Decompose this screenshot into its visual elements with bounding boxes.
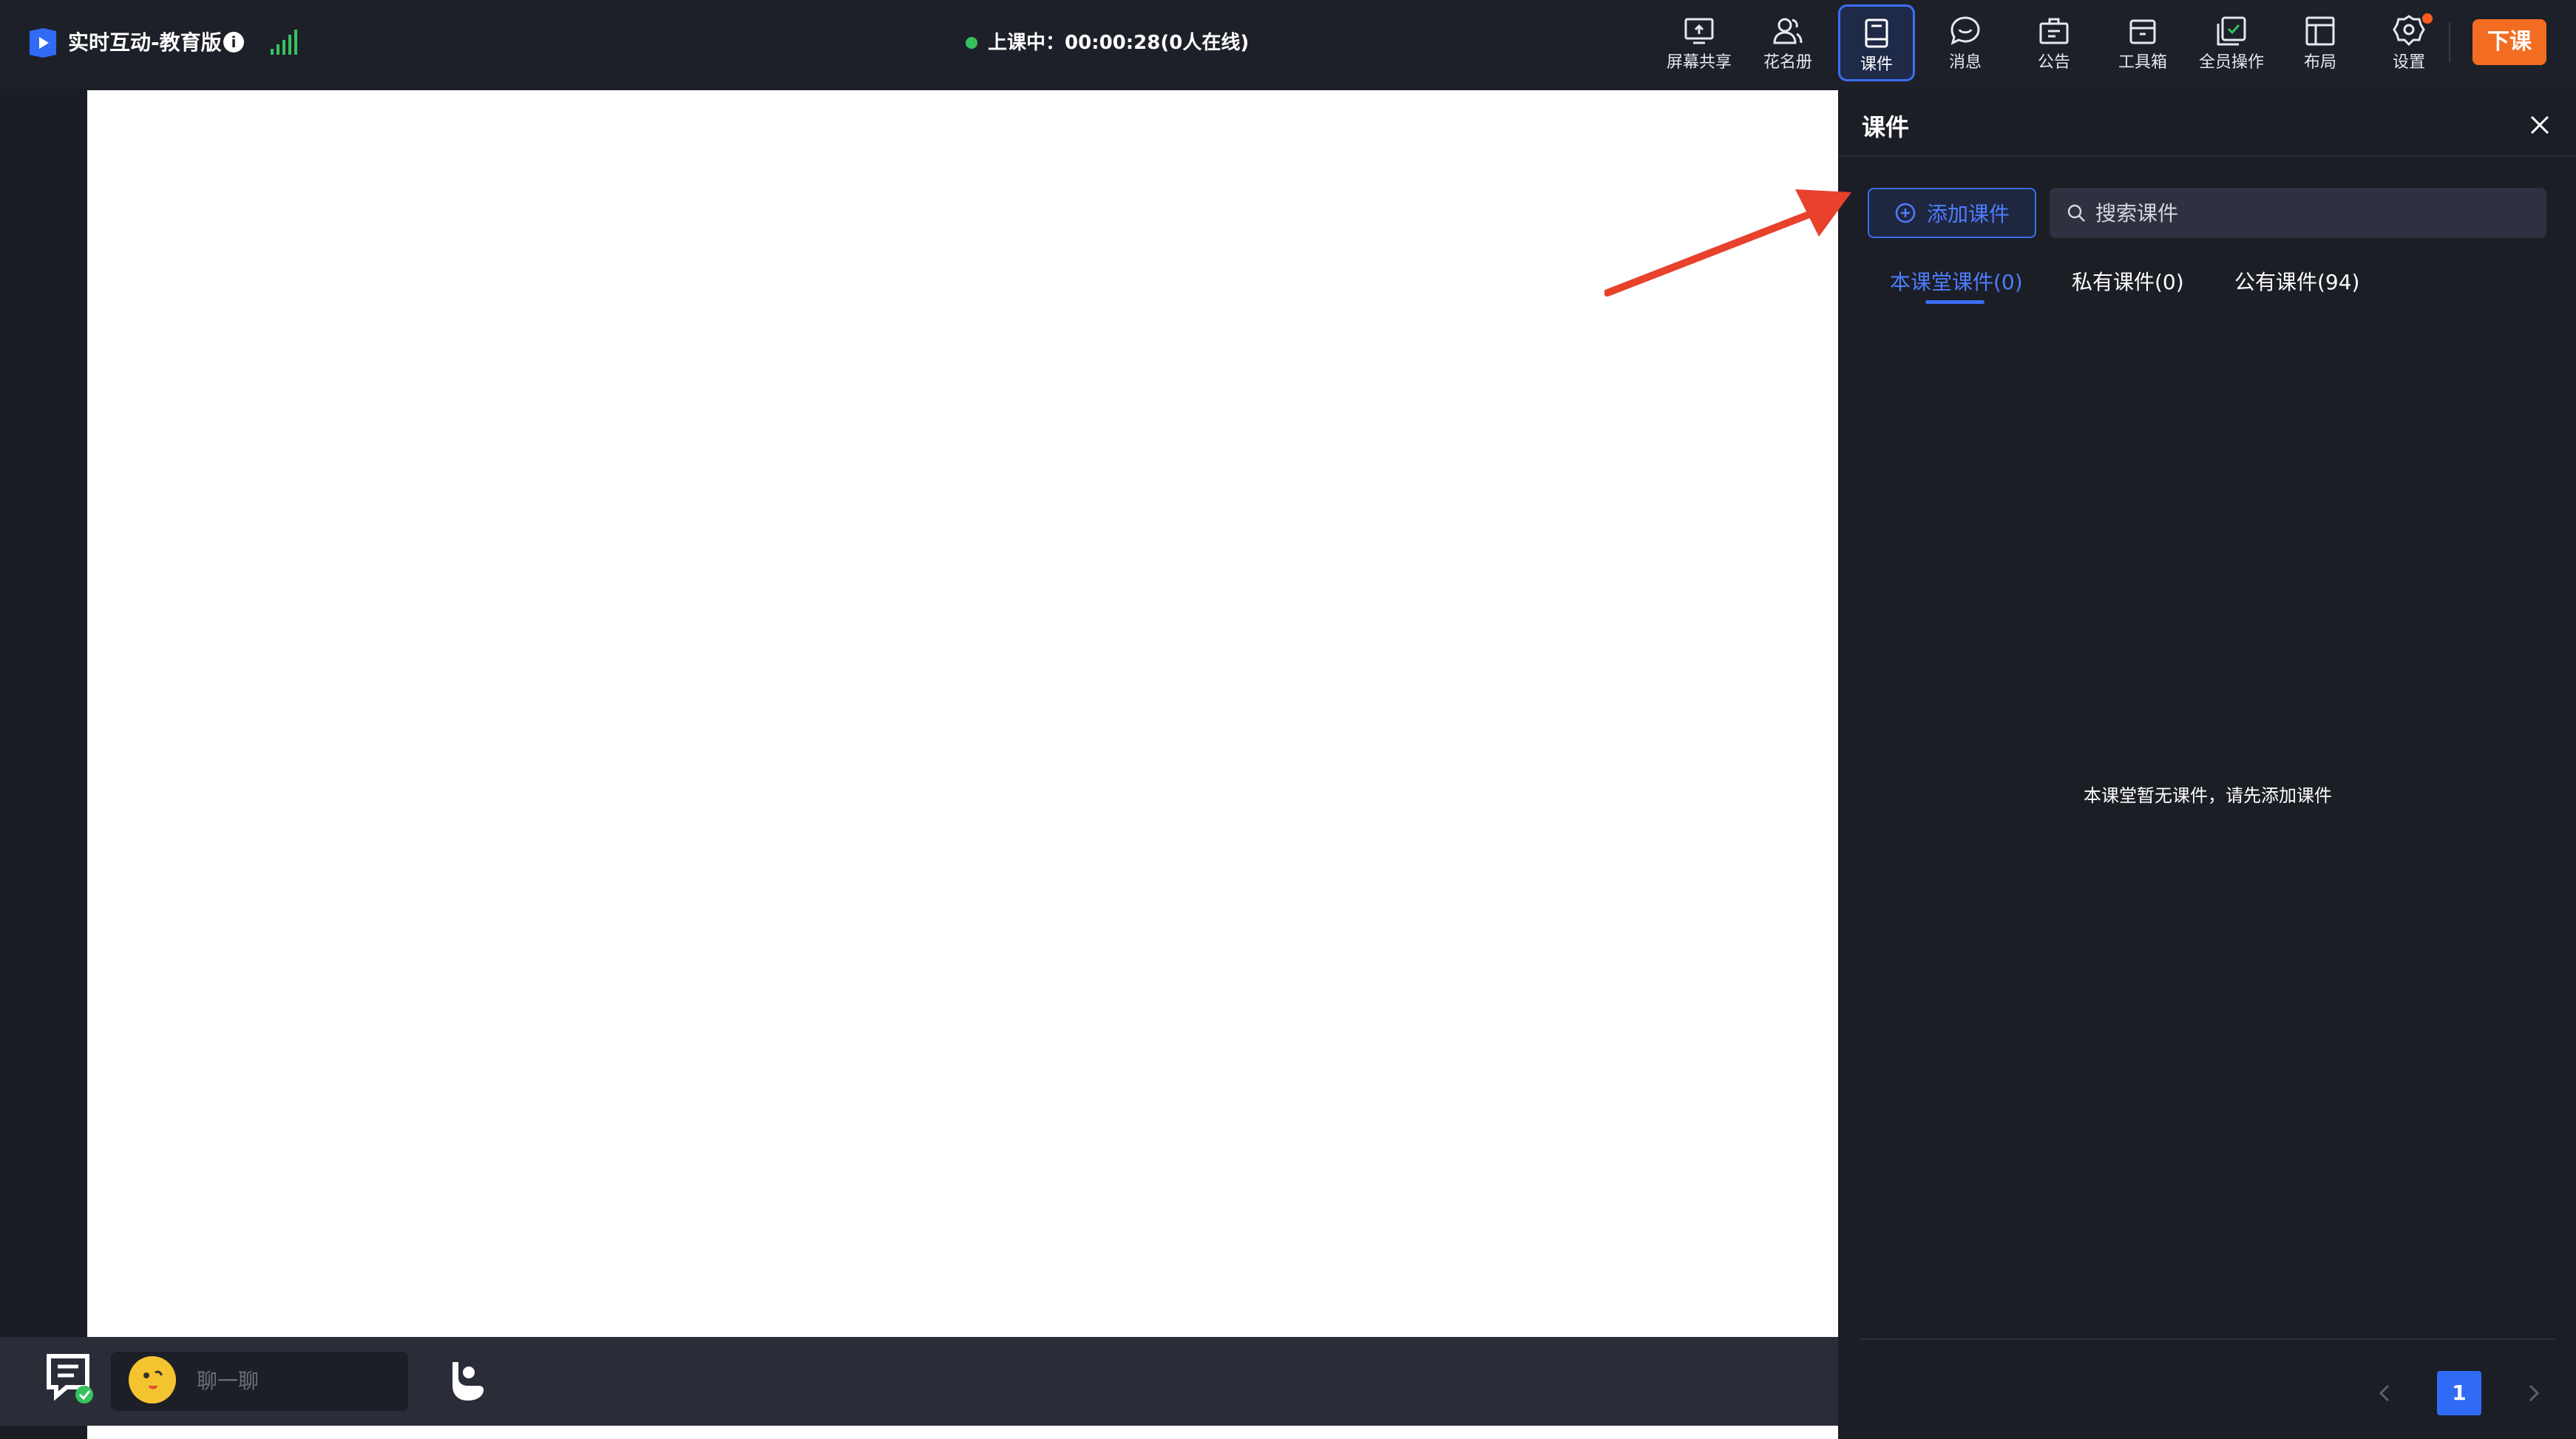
tab-class-courseware[interactable]: 本课堂课件(0) (1890, 268, 2023, 297)
toolbar-announcement[interactable]: 公告 (2016, 4, 2092, 81)
layout-icon (2305, 16, 2335, 46)
whiteboard-bottom-edge (87, 1426, 1838, 1439)
toolbar-toolbox[interactable]: 工具箱 (2104, 4, 2181, 81)
announcement-icon (2039, 18, 2069, 44)
pagination-current-page[interactable]: 1 (2437, 1371, 2481, 1415)
active-tab-indicator (1925, 300, 1984, 304)
info-icon[interactable]: i (223, 32, 244, 53)
raise-hand-icon[interactable] (447, 1358, 488, 1402)
toolbar-courseware[interactable]: 课件 (1838, 4, 1915, 81)
courseware-search[interactable] (2050, 188, 2546, 238)
plus-circle-icon (1895, 203, 1916, 223)
class-status: 上课中：00:00:28(0人在线) (988, 32, 1250, 54)
toolbar-layout[interactable]: 布局 (2282, 4, 2359, 81)
message-icon (1950, 16, 1980, 45)
whiteboard-canvas[interactable] (87, 90, 1838, 1337)
toolbar-divider (2449, 22, 2450, 62)
app-title: 实时互动-教育版 (68, 30, 222, 55)
search-icon (2067, 204, 2085, 222)
annotation-arrow-icon (1604, 189, 1851, 297)
app-logo-icon (30, 28, 56, 58)
left-strip (0, 89, 87, 1439)
settings-icon (2393, 15, 2425, 47)
toolbox-icon (2129, 19, 2156, 44)
search-input[interactable] (2095, 200, 2509, 226)
toolbar-all-members[interactable]: 全员操作 (2193, 4, 2270, 81)
toolbar-screen-share[interactable]: 屏幕共享 (1661, 4, 1738, 81)
status-dot (966, 37, 977, 49)
panel-title: 课件 (1862, 113, 1910, 141)
chat-placeholder: 聊一聊 (197, 1369, 260, 1393)
toolbar-settings[interactable]: 设置 (2370, 4, 2447, 81)
panel-divider (1838, 155, 2576, 157)
network-signal-icon (271, 30, 297, 55)
settings-notification-dot (2422, 13, 2433, 24)
toolbar-roster[interactable]: 花名册 (1749, 4, 1826, 81)
tab-public-courseware[interactable]: 公有课件(94) (2234, 268, 2359, 297)
roster-icon (1773, 18, 1803, 44)
add-courseware-button[interactable]: 添加课件 (1868, 188, 2036, 238)
all-members-icon (2217, 16, 2246, 46)
emoji-icon[interactable] (129, 1356, 176, 1404)
empty-state-message: 本课堂暂无课件，请先添加课件 (2084, 785, 2332, 806)
tab-private-courseware[interactable]: 私有课件(0) (2072, 268, 2184, 297)
courseware-icon (1865, 18, 1888, 48)
toolbar-message[interactable]: 消息 (1927, 4, 2004, 81)
end-class-button[interactable]: 下课 (2472, 19, 2546, 65)
screen-share-icon (1684, 18, 1714, 44)
chevron-left-icon[interactable] (2373, 1380, 2396, 1406)
panel-footer-divider (1860, 1338, 2555, 1340)
close-icon[interactable] (2527, 112, 2552, 138)
chevron-right-icon[interactable] (2523, 1380, 2545, 1406)
top-bar (0, 0, 2576, 89)
chat-icon[interactable] (46, 1353, 96, 1406)
